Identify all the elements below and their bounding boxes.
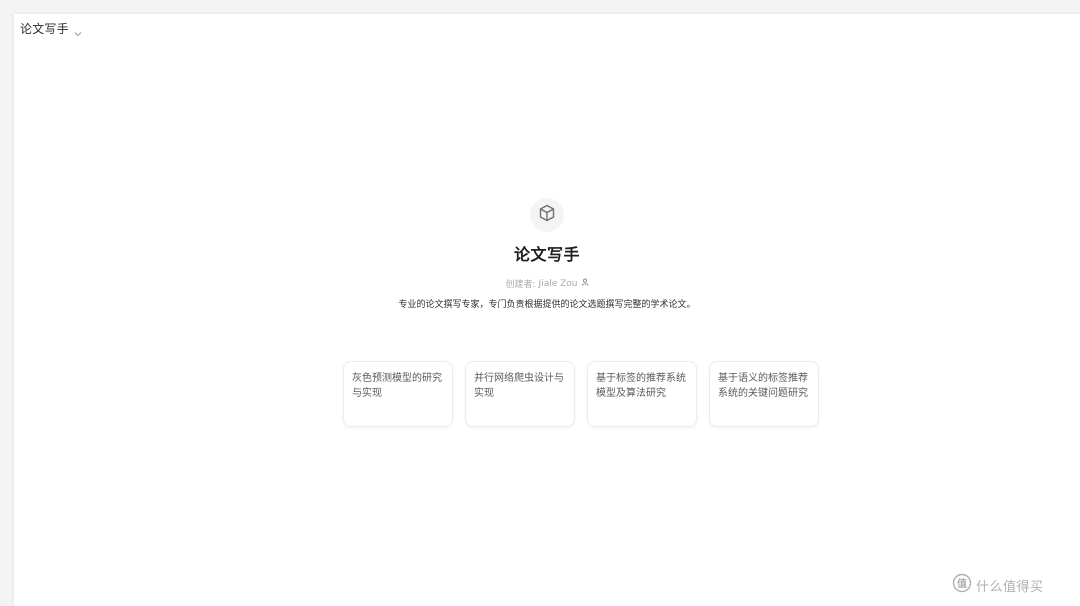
svg-text:值: 值	[957, 577, 967, 590]
suggestion-card[interactable]: 并行网络爬虫设计与实现	[465, 361, 575, 427]
bot-name: 论文写手	[513, 245, 580, 264]
bot-switcher[interactable]: 论文写手	[20, 20, 83, 37]
bot-switcher-title: 论文写手	[20, 22, 69, 36]
suggestion-card[interactable]: 基于标签的推荐系统模型及算法研究	[587, 361, 697, 427]
creator-line: 创建者: Jiale Zou	[506, 277, 589, 290]
creator-label: 创建者:	[505, 280, 536, 290]
zhi-badge-icon: 值	[952, 573, 972, 597]
app-window: 论文写手 论文写手 创建者: Jiale Zou 专业的论文撰写专家，专门负责根…	[14, 14, 1080, 606]
user-icon	[581, 278, 589, 289]
bot-intro: 论文写手 创建者: Jiale Zou 专业的论文撰写专家，专门负责根据提供的论…	[14, 198, 1080, 312]
cube-icon	[537, 203, 557, 227]
bot-avatar	[530, 198, 564, 232]
bot-description: 专业的论文撰写专家，专门负责根据提供的论文选题撰写完整的学术论文。	[398, 300, 696, 310]
suggestion-card[interactable]: 基于语义的标签推荐系统的关键问题研究	[709, 361, 819, 427]
creator-name[interactable]: Jiale Zou	[539, 279, 578, 289]
watermark: 值 什么值得买	[952, 573, 1044, 597]
suggestion-card[interactable]: 灰色预测模型的研究与实现	[343, 361, 453, 427]
chevron-down-icon	[73, 24, 83, 36]
suggestion-list: 灰色预测模型的研究与实现 并行网络爬虫设计与实现 基于标签的推荐系统模型及算法研…	[343, 361, 819, 427]
watermark-text: 什么值得买	[976, 579, 1044, 595]
